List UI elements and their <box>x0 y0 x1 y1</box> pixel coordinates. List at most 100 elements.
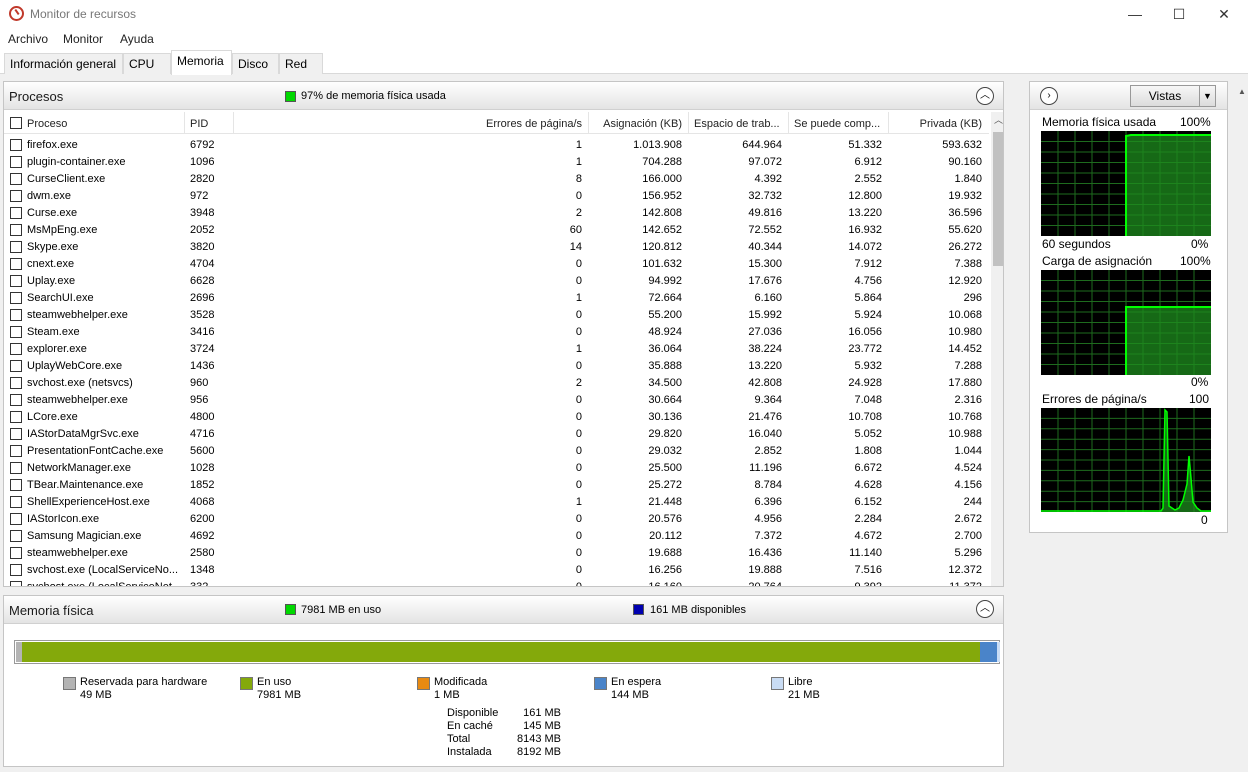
tab-red[interactable]: Red <box>279 53 323 74</box>
col-espacio-trabajo[interactable]: Espacio de trab... <box>694 118 784 130</box>
table-row[interactable]: PresentationFontCache.exe 5600 0 29.032 2.85… <box>4 443 989 460</box>
table-row[interactable]: steamwebhelper.exe 956 0 30.664 9.364 7.048 2.… <box>4 392 989 409</box>
row-checkbox[interactable] <box>10 377 22 389</box>
cell-pid: 5600 <box>190 445 215 457</box>
stat-cache-value: 145 MB <box>523 720 561 732</box>
table-row[interactable]: IAStorIcon.exe 6200 0 20.576 4.956 2.284 2.672 <box>4 511 989 528</box>
col-errores-pagina[interactable]: Errores de página/s <box>444 118 582 130</box>
cell-privada: 17.880 <box>948 377 982 389</box>
row-checkbox[interactable] <box>10 547 22 559</box>
table-row[interactable]: svchost.exe (netsvcs) 960 2 34.500 42.808 24.… <box>4 375 989 392</box>
table-row[interactable]: MsMpEng.exe 2052 60 142.652 72.552 16.932 55.6… <box>4 222 989 239</box>
table-row[interactable]: dwm.exe 972 0 156.952 32.732 12.800 19.932 <box>4 188 989 205</box>
table-row[interactable]: Skype.exe 3820 14 120.812 40.344 14.072 26.272 <box>4 239 989 256</box>
table-row[interactable]: Curse.exe 3948 2 142.808 49.816 13.220 36.596 <box>4 205 989 222</box>
tab-bar: Información general CPU Memoria Disco Re… <box>0 48 1248 75</box>
scroll-thumb[interactable] <box>993 132 1003 266</box>
table-row[interactable]: NetworkManager.exe 1028 0 25.500 11.196 6.672… <box>4 460 989 477</box>
table-row[interactable]: explorer.exe 3724 1 36.064 38.224 23.772 14.45… <box>4 341 989 358</box>
graph1-min: 0% <box>1191 237 1209 251</box>
row-checkbox[interactable] <box>10 343 22 355</box>
row-checkbox[interactable] <box>10 428 22 440</box>
cell-proceso: TBear.Maintenance.exe <box>27 479 144 491</box>
table-row[interactable]: steamwebhelper.exe 3528 0 55.200 15.992 5.924… <box>4 307 989 324</box>
table-row[interactable]: LCore.exe 4800 0 30.136 21.476 10.708 10.768 <box>4 409 989 426</box>
col-asignacion[interactable]: Asignación (KB) <box>589 118 682 130</box>
table-row[interactable]: SearchUI.exe 2696 1 72.664 6.160 5.864 296 <box>4 290 989 307</box>
row-checkbox[interactable] <box>10 411 22 423</box>
row-checkbox[interactable] <box>10 241 22 253</box>
row-checkbox[interactable] <box>10 139 22 151</box>
cell-pid: 1436 <box>190 360 215 372</box>
table-row[interactable]: Uplay.exe 6628 0 94.992 17.676 4.756 12.920 <box>4 273 989 290</box>
processes-header[interactable]: Procesos 97% de memoria física usada ︿ <box>4 82 1003 110</box>
col-privada[interactable]: Privada (KB) <box>894 118 982 130</box>
col-se-puede-compartir[interactable]: Se puede comp... <box>794 118 886 130</box>
outer-scroll-up-icon[interactable]: ▲ <box>1238 87 1246 96</box>
row-checkbox[interactable] <box>10 292 22 304</box>
collapse-processes-icon[interactable]: ︿ <box>976 87 994 105</box>
table-row[interactable]: ShellExperienceHost.exe 4068 1 21.448 6.396 6… <box>4 494 989 511</box>
table-row[interactable]: UplayWebCore.exe 1436 0 35.888 13.220 5.932 7.… <box>4 358 989 375</box>
select-all-checkbox[interactable] <box>10 117 22 129</box>
cell-privada: 7.388 <box>954 258 982 270</box>
row-checkbox[interactable] <box>10 224 22 236</box>
outer-scrollbar[interactable]: ▲ <box>1237 81 1248 772</box>
cell-privada: 90.160 <box>948 156 982 168</box>
cell-asignacion: 101.632 <box>642 258 682 270</box>
table-row[interactable]: IAStorDataMgrSvc.exe 4716 0 29.820 16.040 5.0… <box>4 426 989 443</box>
table-row[interactable]: Samsung Magician.exe 4692 0 20.112 7.372 4.67… <box>4 528 989 545</box>
tab-informacion-general[interactable]: Información general <box>4 53 123 74</box>
cell-pid: 2052 <box>190 224 215 236</box>
stat-total-value: 8143 MB <box>516 733 561 745</box>
process-scrollbar[interactable]: ︿ ﹀ <box>991 112 1003 586</box>
views-button[interactable]: Vistas ▼ <box>1130 85 1216 107</box>
close-button[interactable]: ✕ <box>1201 0 1247 28</box>
row-checkbox[interactable] <box>10 479 22 491</box>
menu-monitor[interactable]: Monitor <box>63 32 103 46</box>
physical-memory-header[interactable]: Memoria física 7981 MB en uso 161 MB dis… <box>4 596 1003 624</box>
row-checkbox[interactable] <box>10 513 22 525</box>
col-proceso[interactable]: Proceso <box>27 118 67 130</box>
menu-ayuda[interactable]: Ayuda <box>120 32 154 46</box>
row-checkbox[interactable] <box>10 156 22 168</box>
minimize-button[interactable]: — <box>1112 0 1158 28</box>
row-checkbox[interactable] <box>10 462 22 474</box>
maximize-button[interactable]: ☐ <box>1156 0 1202 28</box>
table-row[interactable]: CurseClient.exe 2820 8 166.000 4.392 2.552 1.8… <box>4 171 989 188</box>
scroll-up-icon[interactable]: ︿ <box>991 112 1003 128</box>
row-checkbox[interactable] <box>10 394 22 406</box>
row-checkbox[interactable] <box>10 190 22 202</box>
row-checkbox[interactable] <box>10 445 22 457</box>
row-checkbox[interactable] <box>10 173 22 185</box>
cell-espacio-trabajo: 19.888 <box>748 564 782 576</box>
row-checkbox[interactable] <box>10 564 22 576</box>
row-checkbox[interactable] <box>10 530 22 542</box>
views-dropdown-icon[interactable]: ▼ <box>1199 86 1215 106</box>
table-row[interactable]: firefox.exe 6792 1 1.013.908 644.964 51.332 59… <box>4 137 989 154</box>
table-row[interactable]: plugin-container.exe 1096 1 704.288 97.072 6.… <box>4 154 989 171</box>
table-row[interactable]: steamwebhelper.exe 2580 0 19.688 16.436 11.14… <box>4 545 989 562</box>
table-row[interactable]: TBear.Maintenance.exe 1852 0 25.272 8.784 4.6… <box>4 477 989 494</box>
table-row[interactable]: cnext.exe 4704 0 101.632 15.300 7.912 7.388 <box>4 256 989 273</box>
tab-cpu[interactable]: CPU <box>123 53 171 74</box>
row-checkbox[interactable] <box>10 581 22 586</box>
tab-memoria[interactable]: Memoria <box>171 50 232 75</box>
expand-pane-icon[interactable]: › <box>1040 87 1058 105</box>
table-row[interactable]: svchost.exe (LocalServiceNet... 332 0 16.16… <box>4 579 989 586</box>
processes-title: Procesos <box>9 89 64 104</box>
menu-archivo[interactable]: Archivo <box>8 32 48 46</box>
row-checkbox[interactable] <box>10 207 22 219</box>
row-checkbox[interactable] <box>10 326 22 338</box>
table-row[interactable]: svchost.exe (LocalServiceNo... 1348 0 16.25… <box>4 562 989 579</box>
row-checkbox[interactable] <box>10 275 22 287</box>
row-checkbox[interactable] <box>10 360 22 372</box>
row-checkbox[interactable] <box>10 309 22 321</box>
col-pid[interactable]: PID <box>190 118 208 130</box>
table-row[interactable]: Steam.exe 3416 0 48.924 27.036 16.056 10.980 <box>4 324 989 341</box>
tab-disco[interactable]: Disco <box>232 53 279 74</box>
row-checkbox[interactable] <box>10 496 22 508</box>
collapse-memory-icon[interactable]: ︿ <box>976 600 994 618</box>
cell-privada: 10.980 <box>948 326 982 338</box>
row-checkbox[interactable] <box>10 258 22 270</box>
